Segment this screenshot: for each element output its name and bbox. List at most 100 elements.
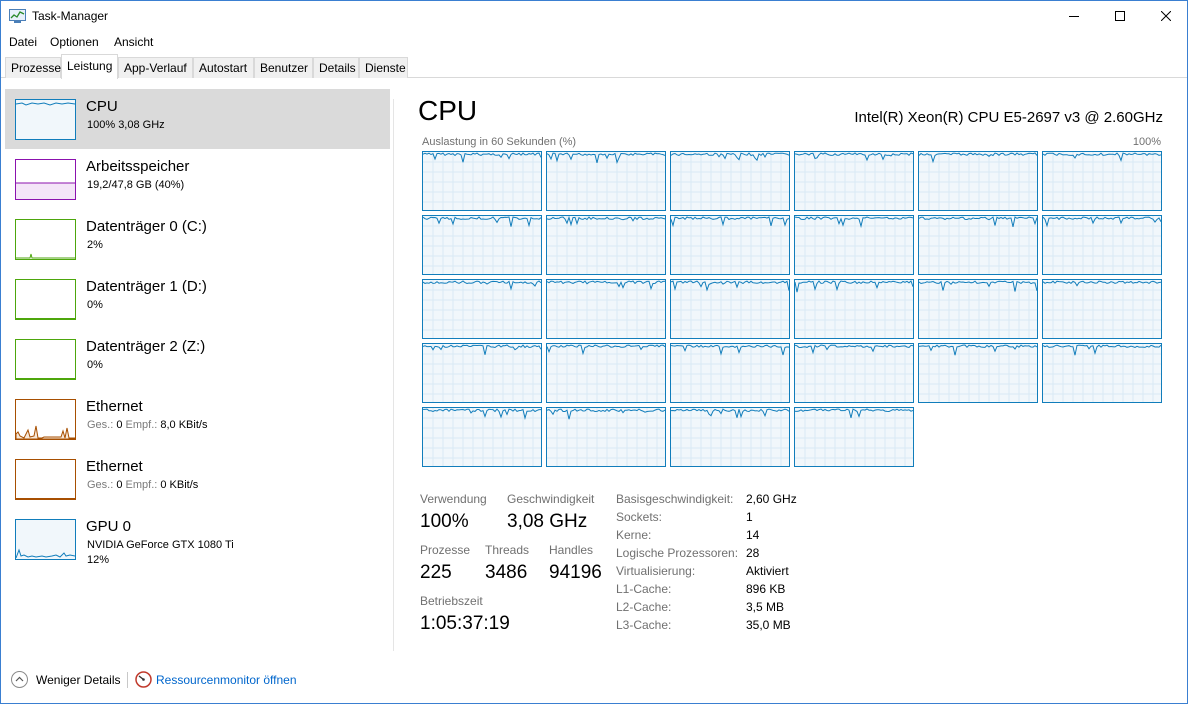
sidebar-item-label: Ethernet xyxy=(86,458,143,475)
logical-processor-graph xyxy=(918,343,1038,403)
sidebar-item-value: 2% xyxy=(87,239,103,251)
title-bar[interactable]: Task-Manager xyxy=(1,1,1187,31)
logical-processor-graph xyxy=(794,279,914,339)
sidebar-item-gpu[interactable]: GPU 0 NVIDIA GeForce GTX 1080 Ti 12% xyxy=(5,509,390,569)
tab-leistung[interactable]: Leistung xyxy=(61,54,118,79)
minimize-button[interactable] xyxy=(1051,1,1097,31)
threads-label: Threads xyxy=(485,543,530,557)
info-value: 14 xyxy=(746,528,760,542)
processes-label: Prozesse xyxy=(420,543,471,557)
uptime-label: Betriebszeit xyxy=(420,594,483,608)
logical-processor-graph xyxy=(546,215,666,275)
page-title: CPU xyxy=(418,95,478,126)
tab-prozesse[interactable]: Prozesse xyxy=(5,57,61,78)
logical-processor-graph xyxy=(794,407,914,467)
sidebar-item-disk-1[interactable]: Datenträger 1 (D:) 0% xyxy=(5,269,390,329)
memory-graph-icon xyxy=(15,159,76,200)
logical-processor-graph xyxy=(546,343,666,403)
sidebar-item-ethernet-1[interactable]: Ethernet Ges.: 0 Empf.: 8,0 KBit/s xyxy=(5,389,390,449)
maximize-button[interactable] xyxy=(1097,1,1143,31)
sidebar-item-ethernet-2[interactable]: Ethernet Ges.: 0 Empf.: 0 KBit/s xyxy=(5,449,390,509)
close-icon xyxy=(1161,11,1171,21)
info-label: L1-Cache: xyxy=(616,582,672,596)
cpu-model: Intel(R) Xeon(R) CPU E5-2697 v3 @ 2.60GH… xyxy=(854,109,1163,126)
sidebar-item-label: GPU 0 xyxy=(86,518,132,535)
processes-value: 225 xyxy=(420,562,452,583)
sidebar-item-disk-2[interactable]: Datenträger 2 (Z:) 0% xyxy=(5,329,390,389)
resource-monitor-link[interactable]: Ressourcenmonitor öffnen xyxy=(156,673,297,687)
logical-processor-graph xyxy=(422,407,542,467)
logical-processor-graph xyxy=(546,279,666,339)
tab-details[interactable]: Details xyxy=(313,57,359,78)
sidebar-item-value: 19,2/47,8 GB (40%) xyxy=(87,179,185,191)
info-label: Sockets: xyxy=(616,510,663,524)
usage-value: 100% xyxy=(420,511,469,532)
uptime-value: 1:05:37:19 xyxy=(420,613,510,634)
logical-processor-graph xyxy=(670,407,790,467)
logical-processor-graph xyxy=(670,279,790,339)
sidebar-item-value: NVIDIA GeForce GTX 1080 Ti 12% xyxy=(87,538,234,568)
sent-label: Ges.: xyxy=(87,419,117,431)
logical-processor-graph xyxy=(670,343,790,403)
logical-processor-graph xyxy=(422,343,542,403)
footer-bar: Weniger Details Ressourcenmonitor öffnen xyxy=(1,665,1187,695)
info-value: 896 KB xyxy=(746,582,786,596)
received-label: Empf.: xyxy=(122,419,161,431)
window-title: Task-Manager xyxy=(32,9,109,23)
less-details-button[interactable]: Weniger Details xyxy=(36,673,120,687)
sidebar-item-label: Datenträger 1 (D:) xyxy=(86,278,207,295)
logical-processor-graph xyxy=(422,151,542,211)
speed-label: Geschwindigkeit xyxy=(507,492,595,506)
handles-value: 94196 xyxy=(549,562,602,583)
ethernet-graph-icon xyxy=(15,459,76,500)
tab-bar: Prozesse Leistung App-Verlauf Autostart … xyxy=(1,54,1187,79)
logical-processor-grid[interactable] xyxy=(422,151,1164,469)
disk-graph-icon xyxy=(15,339,76,380)
chevron-up-icon[interactable] xyxy=(11,671,28,688)
tab-dienste[interactable]: Dienste xyxy=(359,57,408,78)
logical-processor-graph xyxy=(794,343,914,403)
sidebar-item-value: Ges.: 0 Empf.: 8,0 KBit/s xyxy=(87,418,207,433)
panel-divider xyxy=(393,99,394,651)
menu-datei[interactable]: Datei xyxy=(9,35,37,49)
logical-processor-graph xyxy=(918,151,1038,211)
handles-label: Handles xyxy=(549,543,594,557)
logical-processor-graph xyxy=(918,279,1038,339)
cpu-graph-icon xyxy=(15,99,76,140)
footer-separator xyxy=(127,672,128,688)
tab-autostart[interactable]: Autostart xyxy=(193,57,254,78)
logical-processor-graph xyxy=(422,215,542,275)
logical-processor-graph xyxy=(670,151,790,211)
sidebar-item-value: 0% xyxy=(87,299,103,311)
menu-bar: Datei Optionen Ansicht xyxy=(1,32,1187,52)
minimize-icon xyxy=(1069,16,1079,17)
task-manager-window: Task-Manager Datei Optionen Ansicht Proz… xyxy=(0,0,1188,704)
info-label: Basisgeschwindigkeit: xyxy=(616,492,734,506)
menu-ansicht[interactable]: Ansicht xyxy=(114,35,153,49)
sidebar-item-memory[interactable]: Arbeitsspeicher 19,2/47,8 GB (40%) xyxy=(5,149,390,209)
info-value: Aktiviert xyxy=(746,564,789,578)
sidebar-item-value: 100% 3,08 GHz xyxy=(87,119,165,131)
logical-processor-graph xyxy=(794,151,914,211)
logical-processor-graph xyxy=(546,407,666,467)
sidebar-item-cpu[interactable]: CPU 100% 3,08 GHz xyxy=(5,89,390,149)
sidebar-item-label: Ethernet xyxy=(86,398,143,415)
sidebar-item-label: CPU xyxy=(86,98,118,115)
logical-processor-graph xyxy=(670,215,790,275)
sidebar-item-disk-0[interactable]: Datenträger 0 (C:) 2% xyxy=(5,209,390,269)
disk-graph-icon xyxy=(15,279,76,320)
ethernet-graph-icon xyxy=(15,399,76,440)
maximize-icon xyxy=(1115,11,1125,21)
disk-graph-icon xyxy=(15,219,76,260)
logical-processor-graph xyxy=(918,215,1038,275)
tab-app-verlauf[interactable]: App-Verlauf xyxy=(118,57,193,78)
menu-optionen[interactable]: Optionen xyxy=(50,35,99,49)
gpu-model: NVIDIA GeForce GTX 1080 Ti xyxy=(87,539,234,551)
close-button[interactable] xyxy=(1143,1,1188,31)
info-value: 3,5 MB xyxy=(746,600,785,614)
graph-label: Auslastung in 60 Sekunden (%) xyxy=(422,136,577,148)
info-value: 35,0 MB xyxy=(746,618,791,632)
info-label: L2-Cache: xyxy=(616,600,672,614)
logical-processor-graph xyxy=(1042,151,1162,211)
tab-benutzer[interactable]: Benutzer xyxy=(254,57,313,78)
